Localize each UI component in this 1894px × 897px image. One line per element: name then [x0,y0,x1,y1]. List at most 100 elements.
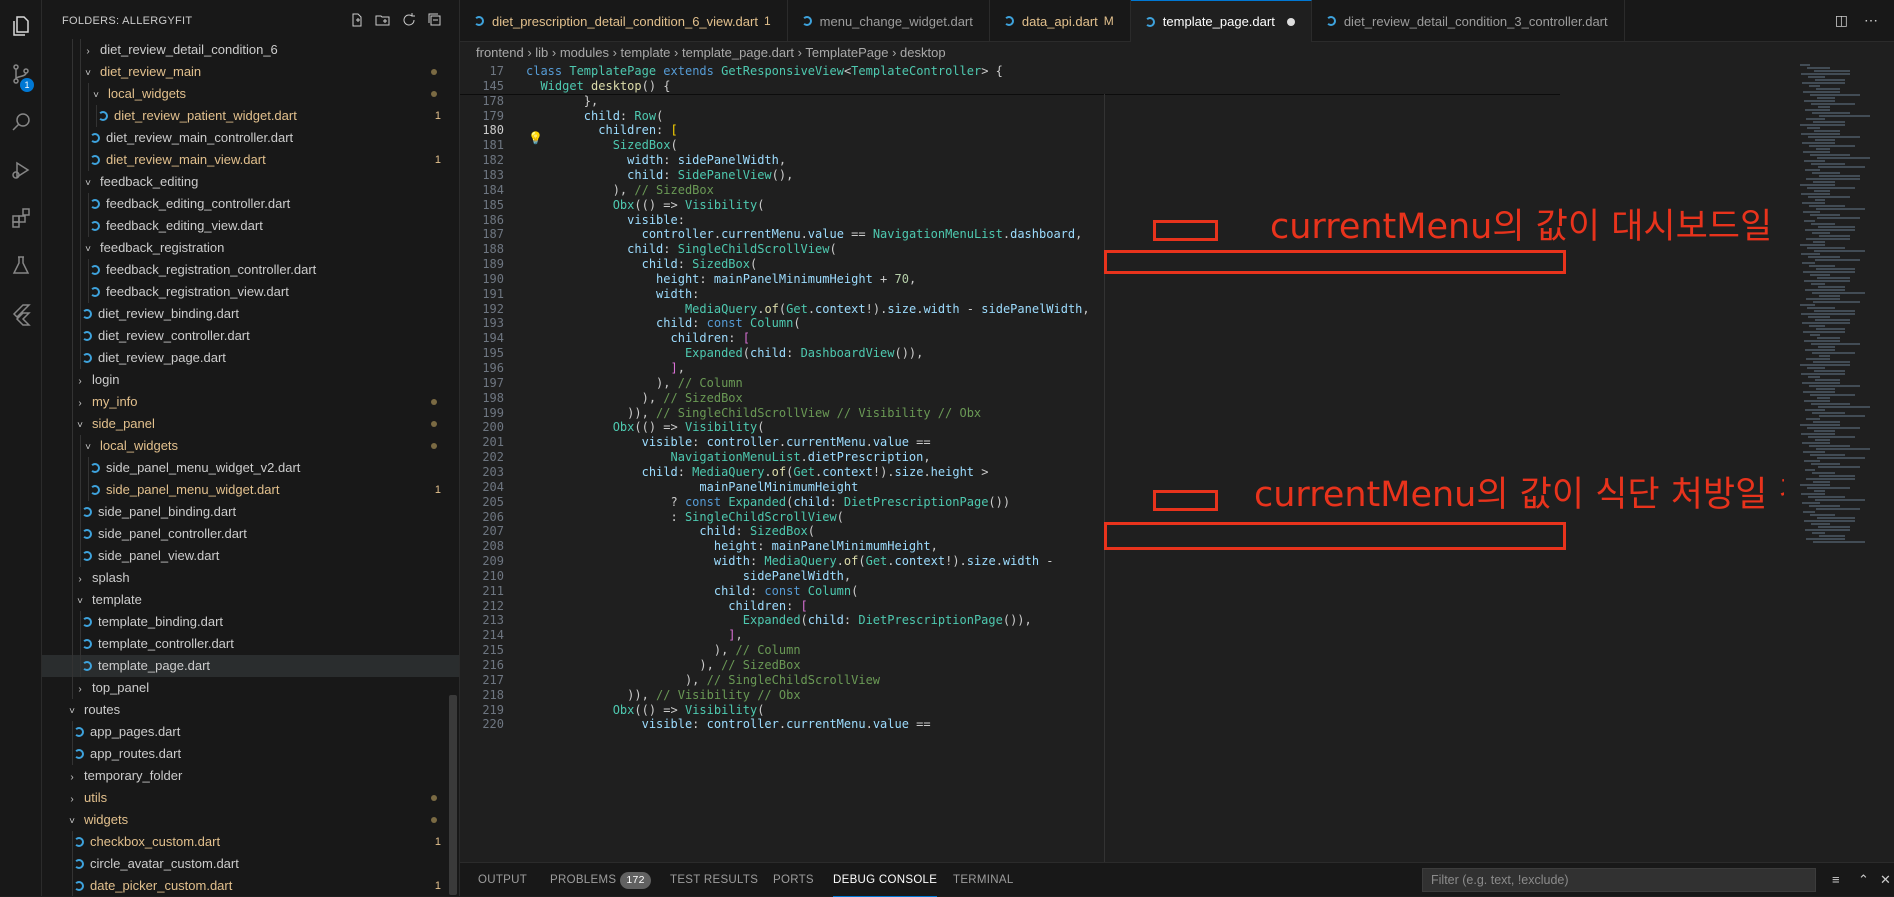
code-line[interactable]: mainPanelMinimumHeight [526,480,858,494]
breadcrumb-item[interactable]: TemplatePage [805,45,888,60]
panel-tab[interactable]: DEBUG CONSOLE [833,863,938,897]
breadcrumb-item[interactable]: frontend [476,45,524,60]
panel-tab[interactable]: PORTS [773,863,814,897]
code-line[interactable]: Obx(() => Visibility( [526,703,765,717]
folder-item[interactable]: › splash [42,567,459,589]
file-item[interactable]: diet_review_main_view.dart 1 [42,149,459,171]
code-line[interactable]: )), // Visibility // Obx [526,688,800,702]
code-line[interactable]: child: MediaQuery.of(Get.context!).size.… [526,465,989,479]
code-editor[interactable]: 17 class TemplatePage extends GetResponsi… [460,64,1894,862]
editor-tab[interactable]: diet_review_detail_condition_3_controlle… [1312,0,1625,42]
filter-input[interactable]: Filter (e.g. text, !exclude) [1422,868,1816,892]
file-item[interactable]: diet_review_page.dart [42,347,459,369]
code-line[interactable]: children: [ [526,331,750,345]
source-control-icon[interactable]: 1 [0,54,42,94]
code-line[interactable]: : SingleChildScrollView( [526,510,843,524]
file-item[interactable]: diet_review_binding.dart [42,303,459,325]
code-line[interactable]: child: const Column( [526,316,801,330]
code-line[interactable]: MediaQuery.of(Get.context!).size.width -… [526,302,1090,316]
more-actions-icon[interactable]: ⋯ [1864,12,1878,29]
refresh-icon[interactable] [401,12,417,28]
file-item[interactable]: feedback_registration_controller.dart [42,259,459,281]
file-item[interactable]: feedback_editing_controller.dart [42,193,459,215]
code-line[interactable]: class TemplatePage extends GetResponsive… [526,64,1003,78]
collapse-all-icon[interactable] [427,12,443,28]
flutter-icon[interactable] [0,294,42,334]
unsaved-dot-icon[interactable] [1286,17,1295,26]
code-line[interactable]: child: SizedBox( [526,257,758,271]
editor-tab[interactable]: template_page.dart [1130,0,1312,42]
folder-item[interactable]: › login [42,369,459,391]
explorer-icon[interactable] [0,6,42,46]
breadcrumb-item[interactable]: template_page.dart [682,45,794,60]
code-line[interactable]: Expanded(child: DietPrescriptionPage()), [526,613,1032,627]
extensions-icon[interactable] [0,198,42,238]
file-item[interactable]: app_pages.dart [42,721,459,743]
code-line[interactable]: children: [ [526,123,677,137]
folder-item[interactable]: ˅ widgets [42,809,459,831]
code-line[interactable]: ? const Expanded(child: DietPrescription… [526,495,1010,509]
file-item[interactable]: side_panel_menu_widget.dart 1 [42,479,459,501]
folder-item[interactable]: › top_panel [42,677,459,699]
file-item[interactable]: side_panel_binding.dart [42,501,459,523]
split-editor-icon[interactable]: ◫ [1835,12,1848,29]
code-line[interactable]: height: mainPanelMinimumHeight, [526,539,938,553]
code-line[interactable]: ), // SizedBox [526,658,800,672]
file-item[interactable]: feedback_registration_view.dart [42,281,459,303]
breadcrumb-item[interactable]: modules [560,45,609,60]
folder-item[interactable]: ˅ routes [42,699,459,721]
code-line[interactable]: child: SidePanelView(), [526,168,793,182]
code-line[interactable]: ), // SingleChildScrollView [526,673,880,687]
panel-tab[interactable]: TEST RESULTS [670,863,758,897]
file-item[interactable]: app_routes.dart [42,743,459,765]
folder-item[interactable]: ˅ local_widgets [42,83,459,105]
code-line[interactable]: child: SingleChildScrollView( [526,242,837,256]
lightbulb-icon[interactable]: 💡 [528,131,543,145]
editor-tab[interactable]: data_api.dart M [990,0,1131,42]
minimap[interactable] [1784,64,1894,862]
code-line[interactable]: children: [ [526,599,807,613]
folder-item[interactable]: ˅ side_panel [42,413,459,435]
folder-item[interactable]: ˅ diet_review_main [42,61,459,83]
code-line[interactable]: SizedBox( [526,138,678,152]
breadcrumb-item[interactable]: lib [535,45,548,60]
code-line[interactable]: Obx(() => Visibility( [526,198,765,212]
panel-tab[interactable]: OUTPUT [478,863,527,897]
file-item[interactable]: side_panel_view.dart [42,545,459,567]
code-line[interactable]: ), // Column [526,643,801,657]
panel-tab[interactable]: PROBLEMS 172 [550,863,651,897]
folder-item[interactable]: › diet_review_detail_condition_6 [42,39,459,61]
breadcrumb-item[interactable]: template [621,45,671,60]
code-line[interactable]: Widget desktop() { [526,79,670,93]
code-line[interactable]: sidePanelWidth, [526,569,851,583]
file-item[interactable]: template_controller.dart [42,633,459,655]
chevron-up-icon[interactable]: ⌃ [1858,872,1869,888]
code-line[interactable]: Expanded(child: DashboardView()), [526,346,923,360]
file-item[interactable]: feedback_editing_view.dart [42,215,459,237]
file-item[interactable]: diet_review_patient_widget.dart 1 [42,105,459,127]
code-line[interactable]: ), // Column [526,376,743,390]
sidebar-scrollbar[interactable] [449,695,457,895]
code-line[interactable]: height: mainPanelMinimumHeight + 70, [526,272,916,286]
panel-tab[interactable]: TERMINAL [953,863,1014,897]
folder-item[interactable]: › my_info [42,391,459,413]
filter-list-icon[interactable]: ≡ [1832,872,1840,887]
close-icon[interactable]: ✕ [1880,872,1891,888]
testing-icon[interactable] [0,246,42,286]
code-line[interactable]: }, [526,94,598,108]
code-line[interactable]: Obx(() => Visibility( [526,420,765,434]
folder-item[interactable]: ˅ template [42,589,459,611]
code-line[interactable]: ), // SizedBox [526,391,743,405]
code-line[interactable]: controller.currentMenu.value == Navigati… [526,227,1083,241]
breadcrumb-item[interactable]: desktop [900,45,946,60]
file-item[interactable]: checkbox_custom.dart 1 [42,831,459,853]
code-line[interactable]: width: MediaQuery.of(Get.context!).size.… [526,554,1054,568]
file-item[interactable]: side_panel_controller.dart [42,523,459,545]
code-line[interactable]: visible: controller.currentMenu.value == [526,435,931,449]
code-line[interactable]: )), // SingleChildScrollView // Visibili… [526,406,981,420]
search-icon[interactable] [0,102,42,142]
code-line[interactable]: NavigationMenuList.dietPrescription, [526,450,931,464]
run-debug-icon[interactable] [0,150,42,190]
file-item[interactable]: diet_review_main_controller.dart [42,127,459,149]
code-line[interactable]: child: Row( [526,109,664,123]
